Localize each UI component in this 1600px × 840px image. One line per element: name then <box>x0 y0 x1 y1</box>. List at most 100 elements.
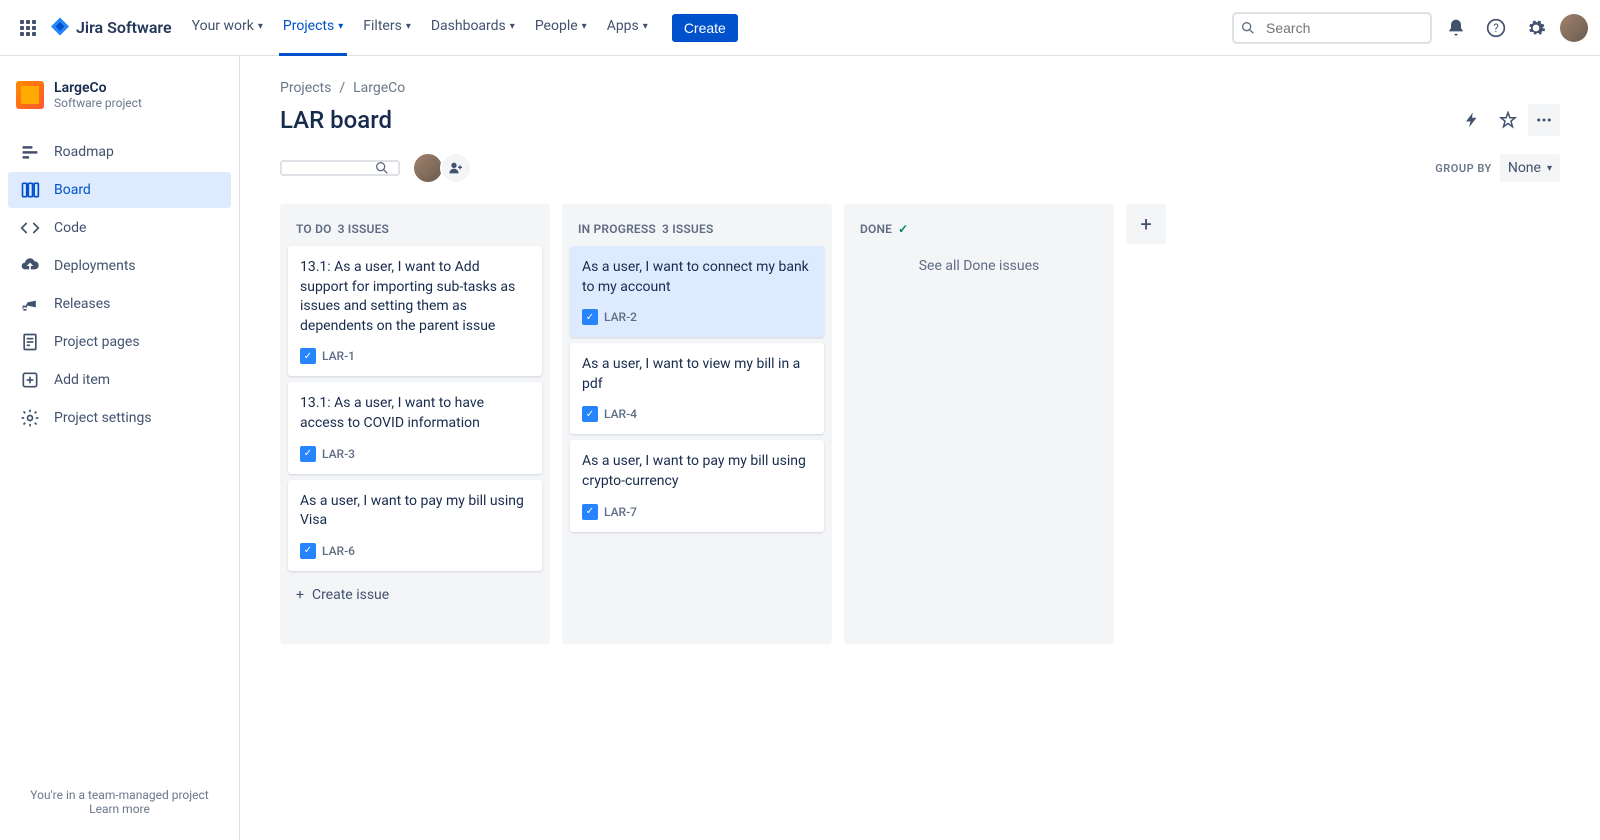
create-button[interactable]: Create <box>672 14 738 42</box>
issue-card[interactable]: As a user, I want to pay my bill using V… <box>288 480 542 571</box>
sidebar-item-deployments[interactable]: Deployments <box>8 248 231 284</box>
jira-logo[interactable]: Jira Software <box>48 16 172 40</box>
deployments-icon <box>20 256 40 276</box>
sidebar-item-releases[interactable]: Releases <box>8 286 231 322</box>
profile-avatar[interactable] <box>1560 14 1588 42</box>
footer-text: You're in a team-managed project <box>16 788 223 802</box>
issue-card[interactable]: 13.1: As a user, I want to Add support f… <box>288 246 542 376</box>
column-header[interactable]: In Progress 3 issues <box>570 212 824 246</box>
search-icon <box>1240 20 1256 36</box>
issue-card[interactable]: As a user, I want to view my bill in a p… <box>570 343 824 434</box>
chevron-down-icon: ▾ <box>406 21 411 32</box>
sidebar-item-roadmap[interactable]: Roadmap <box>8 134 231 170</box>
svg-text:?: ? <box>1493 21 1499 35</box>
column-name: Done <box>860 222 892 236</box>
task-icon: ✓ <box>300 446 316 462</box>
sidebar-item-label: Board <box>54 182 91 198</box>
question-icon: ? <box>1486 18 1506 38</box>
see-all-done-link[interactable]: See all Done issues <box>852 246 1106 286</box>
app-switcher-button[interactable] <box>12 12 44 44</box>
nav-projects[interactable]: Projects▾ <box>279 0 347 56</box>
card-title: As a user, I want to pay my bill using V… <box>300 492 530 531</box>
create-issue-button[interactable]: +Create issue <box>288 577 542 613</box>
column-count: 3 issues <box>338 222 390 236</box>
board-column: To Do 3 issues 13.1: As a user, I want to… <box>280 204 550 644</box>
global-header: Jira Software Your work▾ Projects▾ Filte… <box>0 0 1600 56</box>
project-type: Software project <box>54 96 142 110</box>
sidebar-item-label: Deployments <box>54 258 136 274</box>
card-title: As a user, I want to pay my bill using c… <box>582 452 812 491</box>
sidebar-item-code[interactable]: Code <box>8 210 231 246</box>
group-by-select[interactable]: None▾ <box>1500 154 1560 182</box>
card-title: As a user, I want to connect my bank to … <box>582 258 812 297</box>
sidebar-item-add[interactable]: Add item <box>8 362 231 398</box>
chevron-down-icon: ▾ <box>1547 163 1552 174</box>
star-button[interactable] <box>1492 104 1524 136</box>
search-icon <box>374 160 390 176</box>
star-icon <box>1499 111 1517 129</box>
nav-people[interactable]: People▾ <box>531 0 591 56</box>
search-input[interactable] <box>1232 12 1432 44</box>
nav-dashboards[interactable]: Dashboards▾ <box>427 0 519 56</box>
more-icon <box>1535 111 1553 129</box>
group-by-control: GROUP BY None▾ <box>1435 154 1560 182</box>
project-sidebar: LargeCo Software project Roadmap Board C… <box>0 56 240 840</box>
add-column-button[interactable]: + <box>1126 204 1166 244</box>
pages-icon <box>20 332 40 352</box>
breadcrumb-separator: / <box>339 80 345 96</box>
board-column: Done ✓See all Done issues <box>844 204 1114 644</box>
card-title: 13.1: As a user, I want to Add support f… <box>300 258 530 336</box>
chevron-down-icon: ▾ <box>338 21 343 32</box>
assignee-filter <box>416 152 472 184</box>
plus-icon: + <box>296 587 304 603</box>
card-key: LAR-1 <box>322 349 355 363</box>
issue-card[interactable]: As a user, I want to pay my bill using c… <box>570 440 824 531</box>
chevron-down-icon: ▾ <box>510 21 515 32</box>
breadcrumb: Projects / LargeCo <box>280 80 1560 96</box>
grid-icon <box>20 20 36 36</box>
nav-your-work[interactable]: Your work▾ <box>188 0 267 56</box>
board-icon <box>20 180 40 200</box>
add-person-icon <box>448 160 464 176</box>
group-by-label: GROUP BY <box>1435 162 1492 175</box>
jira-icon <box>48 16 72 40</box>
sidebar-item-board[interactable]: Board <box>8 172 231 208</box>
page-title: LAR board <box>280 106 392 134</box>
column-name: To Do <box>296 222 332 236</box>
add-assignee-button[interactable] <box>440 152 472 184</box>
gear-icon <box>20 408 40 428</box>
task-icon: ✓ <box>300 348 316 364</box>
card-title: As a user, I want to view my bill in a p… <box>582 355 812 394</box>
column-header[interactable]: To Do 3 issues <box>288 212 542 246</box>
automation-button[interactable] <box>1456 104 1488 136</box>
task-icon: ✓ <box>582 406 598 422</box>
board-search[interactable] <box>280 160 400 176</box>
task-icon: ✓ <box>582 309 598 325</box>
help-button[interactable]: ? <box>1480 12 1512 44</box>
main-content: Projects / LargeCo LAR board GROUP BY No… <box>240 56 1600 840</box>
nav-apps[interactable]: Apps▾ <box>603 0 652 56</box>
sidebar-item-settings[interactable]: Project settings <box>8 400 231 436</box>
project-icon <box>16 81 44 109</box>
nav-filters[interactable]: Filters▾ <box>359 0 415 56</box>
card-key: LAR-3 <box>322 447 355 461</box>
sidebar-item-label: Add item <box>54 372 110 388</box>
column-count: 3 issues <box>662 222 714 236</box>
sidebar-item-label: Project pages <box>54 334 140 350</box>
notifications-button[interactable] <box>1440 12 1472 44</box>
project-header[interactable]: LargeCo Software project <box>8 72 231 118</box>
primary-nav: Your work▾ Projects▾ Filters▾ Dashboards… <box>184 0 738 56</box>
board-toolbar: GROUP BY None▾ <box>280 152 1560 184</box>
column-header[interactable]: Done ✓ <box>852 212 1106 246</box>
learn-more-link[interactable]: Learn more <box>89 802 150 816</box>
issue-card[interactable]: As a user, I want to connect my bank to … <box>570 246 824 337</box>
sidebar-item-label: Roadmap <box>54 144 114 160</box>
more-button[interactable] <box>1528 104 1560 136</box>
settings-button[interactable] <box>1520 12 1552 44</box>
breadcrumb-project[interactable]: LargeCo <box>353 80 405 96</box>
sidebar-item-pages[interactable]: Project pages <box>8 324 231 360</box>
issue-card[interactable]: 13.1: As a user, I want to have access t… <box>288 382 542 473</box>
global-search <box>1232 12 1432 44</box>
logo-text: Jira Software <box>76 18 172 37</box>
breadcrumb-projects[interactable]: Projects <box>280 80 331 96</box>
